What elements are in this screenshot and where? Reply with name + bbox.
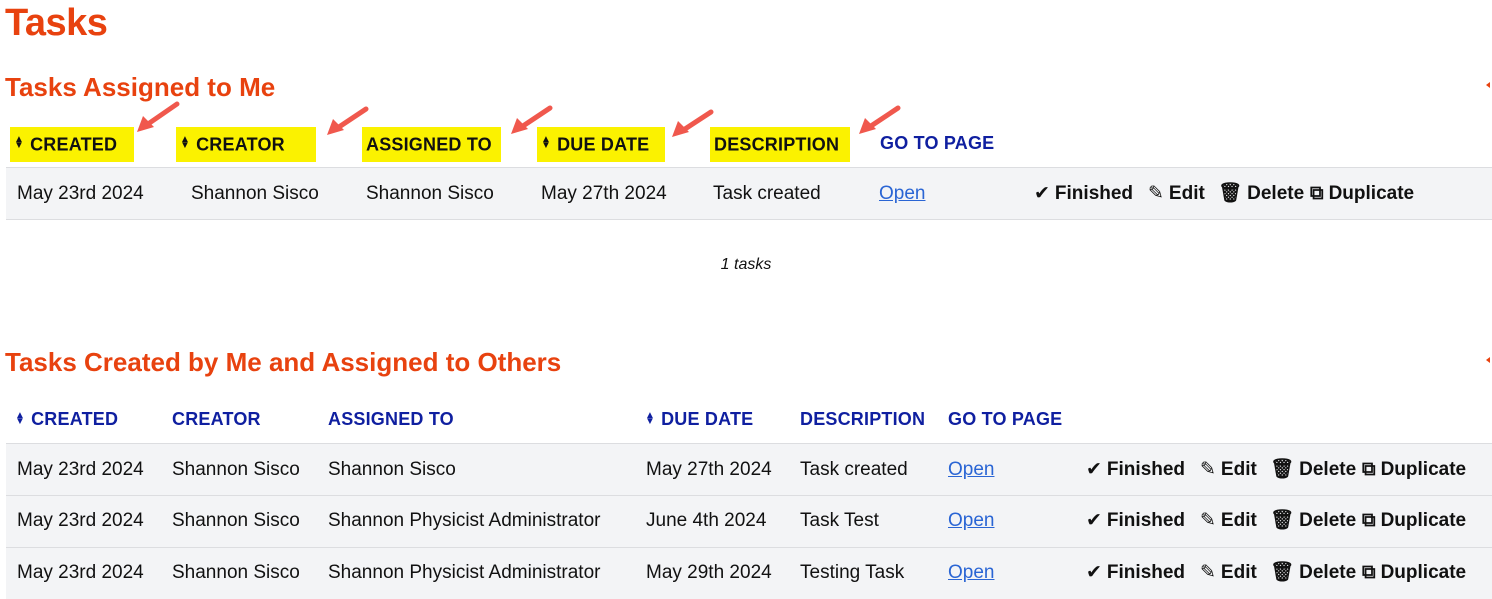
copy-icon: ⧉: [1362, 459, 1376, 480]
table-row: May 23rd 2024 Shannon Sisco Shannon Sisc…: [6, 443, 1492, 496]
copy-icon: ⧉: [1362, 562, 1376, 583]
pencil-icon: ✎: [1200, 459, 1216, 480]
cell-created: May 23rd 2024: [17, 562, 144, 583]
cell-creator: Shannon Sisco: [172, 459, 300, 480]
delete-button[interactable]: 🗑 Delete: [1270, 444, 1356, 496]
cell-description: Testing Task: [800, 562, 905, 583]
delete-button[interactable]: 🗑 Delete: [1218, 168, 1304, 220]
trash-icon: 🗑: [1218, 183, 1243, 204]
task-count: 1 tasks: [720, 256, 772, 273]
edit-button[interactable]: ✎ Edit: [1148, 168, 1205, 220]
cell-description: Task Test: [800, 510, 879, 531]
check-icon: ✔: [1034, 183, 1050, 204]
copy-icon: ⧉: [1362, 510, 1376, 531]
created-by-me-title: Tasks Created by Me and Assigned to Othe…: [5, 347, 562, 377]
check-icon: ✔: [1086, 510, 1102, 531]
finished-button[interactable]: ✔ Finished: [1086, 496, 1185, 546]
cell-creator: Shannon Sisco: [172, 562, 300, 583]
table-row: May 23rd 2024 Shannon Sisco Shannon Sisc…: [6, 167, 1492, 220]
cell-due-date: May 29th 2024: [646, 562, 772, 583]
open-link[interactable]: Open: [879, 168, 925, 220]
delete-button[interactable]: 🗑 Delete: [1270, 548, 1356, 598]
cell-created: May 23rd 2024: [17, 183, 144, 204]
cell-due-date: May 27th 2024: [541, 183, 667, 204]
cell-creator: Shannon Sisco: [172, 510, 300, 531]
finished-button[interactable]: ✔ Finished: [1034, 168, 1133, 220]
cell-due-date: May 27th 2024: [646, 459, 772, 480]
column-header-created[interactable]: ▲ ▼ CREATED: [15, 409, 118, 430]
cell-due-date: June 4th 2024: [646, 510, 767, 531]
edit-button[interactable]: ✎ Edit: [1200, 444, 1257, 496]
finished-button[interactable]: ✔ Finished: [1086, 548, 1185, 598]
column-header-assigned-to[interactable]: ASSIGNED TO: [328, 409, 454, 430]
pencil-icon: ✎: [1200, 510, 1216, 531]
pencil-icon: ✎: [1200, 562, 1216, 583]
duplicate-button[interactable]: ⧉ Duplicate: [1362, 444, 1466, 496]
column-header-go-to-page: GO TO PAGE: [948, 409, 1063, 429]
cell-created: May 23rd 2024: [17, 510, 144, 531]
sort-icon[interactable]: ▲ ▼: [645, 411, 655, 427]
duplicate-button[interactable]: ⧉ Duplicate: [1362, 496, 1466, 546]
check-icon: ✔: [1086, 562, 1102, 583]
delete-button[interactable]: 🗑 Delete: [1270, 496, 1356, 546]
cell-assigned-to: Shannon Sisco: [328, 459, 456, 480]
cell-assigned-to: Shannon Physicist Administrator: [328, 510, 601, 531]
trash-icon: 🗑: [1270, 510, 1295, 531]
check-icon: ✔: [1086, 459, 1102, 480]
open-link[interactable]: Open: [948, 496, 994, 546]
open-link[interactable]: Open: [948, 444, 994, 496]
cell-description: Task created: [800, 459, 908, 480]
edit-button[interactable]: ✎ Edit: [1200, 548, 1257, 598]
pencil-icon: ✎: [1148, 183, 1164, 204]
table-row: May 23rd 2024 Shannon Sisco Shannon Phys…: [6, 548, 1492, 599]
column-header-creator[interactable]: CREATOR: [172, 409, 261, 430]
cell-assigned-to: Shannon Sisco: [366, 183, 494, 204]
duplicate-button[interactable]: ⧉ Duplicate: [1310, 168, 1414, 220]
annotation-arrows: [137, 101, 901, 137]
copy-icon: ⧉: [1310, 183, 1324, 204]
cell-description: Task created: [713, 183, 821, 204]
cell-created: May 23rd 2024: [17, 459, 144, 480]
duplicate-button[interactable]: ⧉ Duplicate: [1362, 548, 1466, 598]
trash-icon: 🗑: [1270, 459, 1295, 480]
finished-button[interactable]: ✔ Finished: [1086, 444, 1185, 496]
sort-icon[interactable]: ▲ ▼: [15, 411, 25, 427]
cell-creator: Shannon Sisco: [191, 183, 319, 204]
trash-icon: 🗑: [1270, 562, 1295, 583]
column-header-due-date[interactable]: ▲ ▼ DUE DATE: [645, 409, 753, 430]
open-link[interactable]: Open: [948, 548, 994, 598]
column-header-description[interactable]: DESCRIPTION: [800, 409, 925, 430]
collapse-marker-icon[interactable]: [1486, 357, 1490, 363]
edit-button[interactable]: ✎ Edit: [1200, 496, 1257, 546]
cell-assigned-to: Shannon Physicist Administrator: [328, 562, 601, 583]
table-row: May 23rd 2024 Shannon Sisco Shannon Phys…: [6, 496, 1492, 548]
